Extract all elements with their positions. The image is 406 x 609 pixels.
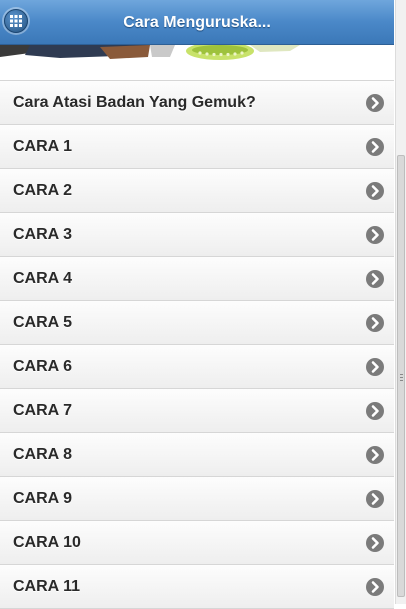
list-item-label: Cara Atasi Badan Yang Gemuk? [13, 94, 256, 111]
chevron-right-icon [366, 490, 384, 508]
list-item[interactable]: CARA 5 [0, 301, 394, 345]
list-item[interactable]: CARA 10 [0, 521, 394, 565]
banner-image [0, 45, 394, 61]
page-title: Cara Menguruska... [123, 14, 271, 31]
list-item-label: CARA 9 [13, 490, 72, 507]
list-item-label: CARA 7 [13, 402, 72, 419]
menu-button[interactable] [4, 9, 28, 33]
item-list: Cara Atasi Badan Yang Gemuk? CARA 1 CARA… [0, 80, 394, 609]
scrollbar-grip-icon [400, 374, 403, 381]
chevron-right-icon [366, 182, 384, 200]
list-item-label: CARA 6 [13, 358, 72, 375]
list-item-label: CARA 11 [13, 578, 80, 595]
list-item[interactable]: CARA 3 [0, 213, 394, 257]
list-item[interactable]: CARA 2 [0, 169, 394, 213]
vertical-scrollbar[interactable] [395, 0, 406, 604]
list-item[interactable]: CARA 8 [0, 433, 394, 477]
list-item-label: CARA 10 [13, 534, 81, 551]
grid-menu-icon [10, 15, 22, 27]
list-item[interactable]: Cara Atasi Badan Yang Gemuk? [0, 81, 394, 125]
list-item-label: CARA 4 [13, 270, 72, 287]
chevron-right-icon [366, 270, 384, 288]
banner-image-partial [0, 45, 394, 61]
list-item-label: CARA 8 [13, 446, 72, 463]
chevron-right-icon [366, 358, 384, 376]
list-item[interactable]: CARA 9 [0, 477, 394, 521]
list-item[interactable]: CARA 1 [0, 125, 394, 169]
chevron-right-icon [366, 534, 384, 552]
chevron-right-icon [366, 402, 384, 420]
list-item[interactable]: CARA 11 [0, 565, 394, 609]
list-item-label: CARA 5 [13, 314, 72, 331]
chevron-right-icon [366, 446, 384, 464]
chevron-right-icon [366, 138, 384, 156]
scrollbar-thumb[interactable] [397, 155, 405, 597]
list-item-label: CARA 2 [13, 182, 72, 199]
chevron-right-icon [366, 314, 384, 332]
chevron-right-icon [366, 578, 384, 596]
chevron-right-icon [366, 226, 384, 244]
chevron-right-icon [366, 94, 384, 112]
list-item[interactable]: CARA 7 [0, 389, 394, 433]
list-item-label: CARA 3 [13, 226, 72, 243]
list-item[interactable]: CARA 4 [0, 257, 394, 301]
list-item[interactable]: CARA 6 [0, 345, 394, 389]
list-item-label: CARA 1 [13, 138, 72, 155]
app-header: Cara Menguruska... [0, 0, 394, 45]
